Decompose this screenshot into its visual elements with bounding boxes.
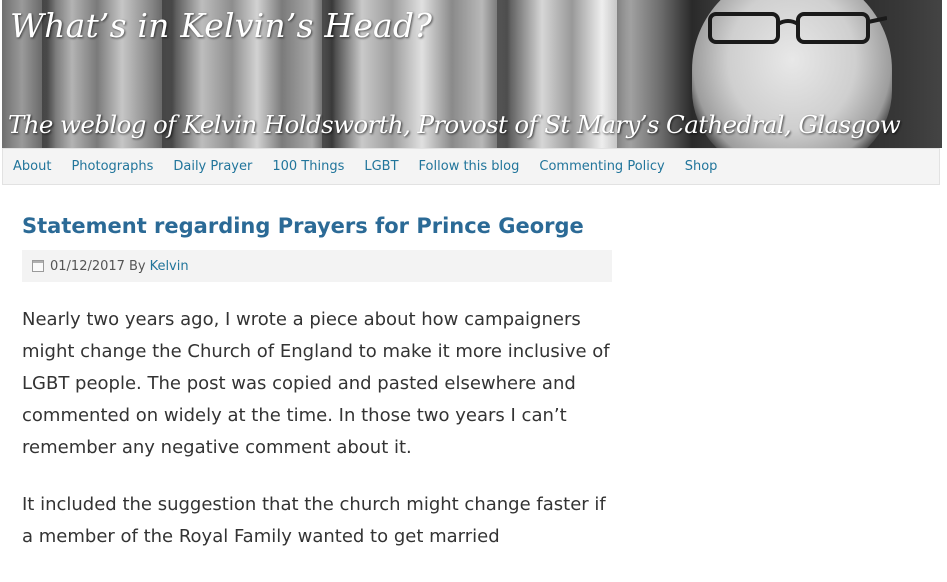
site-tagline: The weblog of Kelvin Holdsworth, Provost… (8, 110, 901, 139)
nav-item-lgbt[interactable]: LGBT (364, 159, 398, 174)
site-title[interactable]: What’s in Kelvin’s Head? (10, 6, 432, 45)
post-paragraph: Nearly two years ago, I wrote a piece ab… (22, 309, 610, 458)
post-article: Statement regarding Prayers for Prince G… (22, 214, 622, 553)
page: What’s in Kelvin’s Head? The weblog of K… (0, 0, 947, 582)
post-date[interactable]: 01/12/2017 (50, 259, 125, 274)
post-by-label: By (128, 258, 146, 274)
main-nav: About Photographs Daily Prayer 100 Thing… (2, 148, 940, 185)
nav-item-daily-prayer[interactable]: Daily Prayer (173, 159, 252, 174)
nav-item-shop[interactable]: Shop (685, 159, 718, 174)
header-banner[interactable]: What’s in Kelvin’s Head? The weblog of K… (2, 0, 942, 148)
nav-item-commenting-policy[interactable]: Commenting Policy (539, 159, 664, 174)
post-paragraph: It included the suggestion that the chur… (22, 494, 606, 547)
glasses-image (708, 12, 887, 44)
nav-item-follow-this-blog[interactable]: Follow this blog (419, 159, 520, 174)
calendar-icon (32, 260, 44, 272)
nav-item-100-things[interactable]: 100 Things (272, 159, 344, 174)
post-content: Nearly two years ago, I wrote a piece ab… (22, 304, 622, 553)
post-author-link[interactable]: Kelvin (150, 259, 189, 274)
nav-item-photographs[interactable]: Photographs (71, 159, 153, 174)
post-title[interactable]: Statement regarding Prayers for Prince G… (22, 214, 622, 238)
post-meta: 01/12/2017 By Kelvin (22, 250, 612, 282)
nav-item-about[interactable]: About (13, 159, 51, 174)
